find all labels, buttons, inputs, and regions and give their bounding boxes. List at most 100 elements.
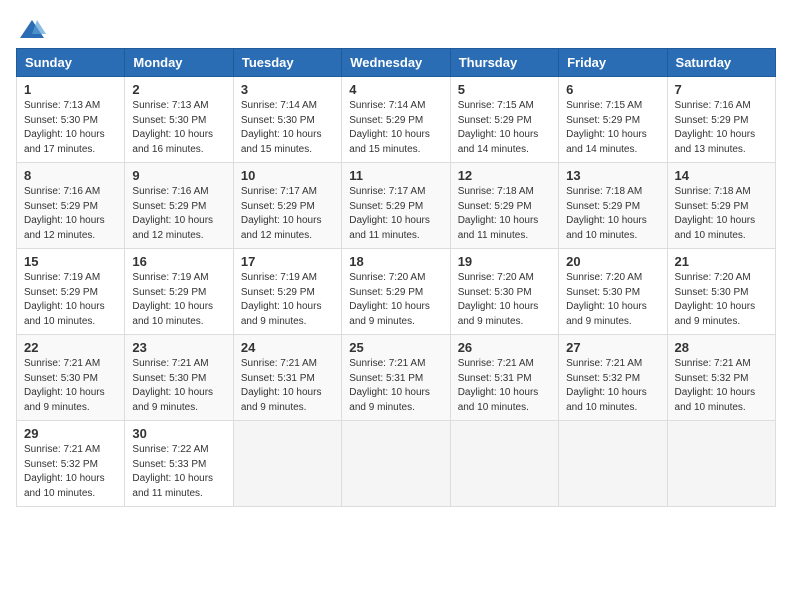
day-number: 9 [132,168,225,183]
day-info: Sunrise: 7:20 AM Sunset: 5:30 PM Dayligh… [675,271,768,329]
day-number: 5 [458,82,551,97]
day-info: Sunrise: 7:15 AM Sunset: 5:29 PM Dayligh… [566,99,659,157]
day-info: Sunrise: 7:16 AM Sunset: 5:29 PM Dayligh… [132,185,225,243]
logo-icon [18,16,46,44]
calendar-day-cell: 5 Sunrise: 7:15 AM Sunset: 5:29 PM Daylig… [450,77,558,163]
calendar-day-cell: 18 Sunrise: 7:20 AM Sunset: 5:29 PM Dayli… [342,249,450,335]
day-info: Sunrise: 7:21 AM Sunset: 5:32 PM Dayligh… [566,357,659,415]
calendar-day-cell: 11 Sunrise: 7:17 AM Sunset: 5:29 PM Dayli… [342,163,450,249]
day-number: 1 [24,82,117,97]
calendar-day-cell: 9 Sunrise: 7:16 AM Sunset: 5:29 PM Daylig… [125,163,233,249]
calendar-day-cell: 25 Sunrise: 7:21 AM Sunset: 5:31 PM Dayli… [342,335,450,421]
day-info: Sunrise: 7:16 AM Sunset: 5:29 PM Dayligh… [675,99,768,157]
page-header [16,16,776,40]
day-info: Sunrise: 7:19 AM Sunset: 5:29 PM Dayligh… [132,271,225,329]
calendar-body: 1 Sunrise: 7:13 AM Sunset: 5:30 PM Daylig… [17,77,776,507]
calendar-day-cell: 16Sunrise: 7:19 AM Sunset: 5:29 PM Dayli… [125,249,233,335]
day-number: 8 [24,168,117,183]
day-info: Sunrise: 7:18 AM Sunset: 5:29 PM Dayligh… [458,185,551,243]
day-number: 27 [566,340,659,355]
day-info: Sunrise: 7:15 AM Sunset: 5:29 PM Dayligh… [458,99,551,157]
calendar-day-cell: 13 Sunrise: 7:18 AM Sunset: 5:29 PM Dayli… [559,163,667,249]
day-number: 2 [132,82,225,97]
day-number: 4 [349,82,442,97]
calendar-day-cell: 14 Sunrise: 7:18 AM Sunset: 5:29 PM Dayli… [667,163,775,249]
day-info: Sunrise: 7:21 AM Sunset: 5:30 PM Dayligh… [132,357,225,415]
day-number: 7 [675,82,768,97]
calendar-day-cell [559,421,667,507]
day-number: 30 [132,426,225,441]
day-number: 28 [675,340,768,355]
weekday-header-cell: Saturday [667,49,775,77]
day-info: Sunrise: 7:21 AM Sunset: 5:31 PM Dayligh… [458,357,551,415]
weekday-header-cell: Tuesday [233,49,341,77]
day-number: 11 [349,168,442,183]
day-info: Sunrise: 7:21 AM Sunset: 5:32 PM Dayligh… [675,357,768,415]
day-info: Sunrise: 7:14 AM Sunset: 5:30 PM Dayligh… [241,99,334,157]
day-info: Sunrise: 7:17 AM Sunset: 5:29 PM Dayligh… [349,185,442,243]
day-number: 26 [458,340,551,355]
day-number: 13 [566,168,659,183]
day-number: 21 [675,254,768,269]
calendar-day-cell: 1 Sunrise: 7:13 AM Sunset: 5:30 PM Daylig… [17,77,125,163]
calendar-table: SundayMondayTuesdayWednesdayThursdayFrid… [16,48,776,507]
calendar-day-cell: 2 Sunrise: 7:13 AM Sunset: 5:30 PM Daylig… [125,77,233,163]
day-number: 19 [458,254,551,269]
calendar-day-cell: 8 Sunrise: 7:16 AM Sunset: 5:29 PM Daylig… [17,163,125,249]
day-info: Sunrise: 7:19 AM Sunset: 5:29 PM Dayligh… [241,271,334,329]
calendar-day-cell [342,421,450,507]
weekday-header-cell: Friday [559,49,667,77]
calendar-week-row: 1 Sunrise: 7:13 AM Sunset: 5:30 PM Daylig… [17,77,776,163]
weekday-header-cell: Thursday [450,49,558,77]
day-info: Sunrise: 7:13 AM Sunset: 5:30 PM Dayligh… [132,99,225,157]
logo [16,16,46,40]
weekday-header-cell: Sunday [17,49,125,77]
day-number: 20 [566,254,659,269]
calendar-day-cell: 27 Sunrise: 7:21 AM Sunset: 5:32 PM Dayli… [559,335,667,421]
day-info: Sunrise: 7:20 AM Sunset: 5:29 PM Dayligh… [349,271,442,329]
calendar-day-cell: 4 Sunrise: 7:14 AM Sunset: 5:29 PM Daylig… [342,77,450,163]
day-info: Sunrise: 7:18 AM Sunset: 5:29 PM Dayligh… [675,185,768,243]
calendar-day-cell: 7 Sunrise: 7:16 AM Sunset: 5:29 PM Daylig… [667,77,775,163]
calendar-week-row: 15 Sunrise: 7:19 AM Sunset: 5:29 PM Dayli… [17,249,776,335]
day-info: Sunrise: 7:18 AM Sunset: 5:29 PM Dayligh… [566,185,659,243]
day-number: 29 [24,426,117,441]
calendar-week-row: 8 Sunrise: 7:16 AM Sunset: 5:29 PM Daylig… [17,163,776,249]
calendar-day-cell: 23 Sunrise: 7:21 AM Sunset: 5:30 PM Dayli… [125,335,233,421]
calendar-day-cell: 29 Sunrise: 7:21 AM Sunset: 5:32 PM Dayli… [17,421,125,507]
day-info: Sunrise: 7:19 AM Sunset: 5:29 PM Dayligh… [24,271,117,329]
day-number: 15 [24,254,117,269]
day-info: Sunrise: 7:20 AM Sunset: 5:30 PM Dayligh… [566,271,659,329]
calendar-day-cell: 21 Sunrise: 7:20 AM Sunset: 5:30 PM Dayli… [667,249,775,335]
calendar-day-cell: 20 Sunrise: 7:20 AM Sunset: 5:30 PM Dayli… [559,249,667,335]
calendar-day-cell [667,421,775,507]
calendar-week-row: 22Sunrise: 7:21 AM Sunset: 5:30 PM Dayli… [17,335,776,421]
calendar-day-cell: 26 Sunrise: 7:21 AM Sunset: 5:31 PM Dayli… [450,335,558,421]
calendar-day-cell: 3 Sunrise: 7:14 AM Sunset: 5:30 PM Daylig… [233,77,341,163]
day-number: 12 [458,168,551,183]
calendar-day-cell: 22Sunrise: 7:21 AM Sunset: 5:30 PM Dayli… [17,335,125,421]
day-info: Sunrise: 7:21 AM Sunset: 5:32 PM Dayligh… [24,443,117,501]
day-info: Sunrise: 7:21 AM Sunset: 5:31 PM Dayligh… [349,357,442,415]
day-info: Sunrise: 7:16 AM Sunset: 5:29 PM Dayligh… [24,185,117,243]
weekday-header-row: SundayMondayTuesdayWednesdayThursdayFrid… [17,49,776,77]
day-number: 24 [241,340,334,355]
calendar-day-cell: 24 Sunrise: 7:21 AM Sunset: 5:31 PM Dayli… [233,335,341,421]
calendar-day-cell: 6Sunrise: 7:15 AM Sunset: 5:29 PM Daylig… [559,77,667,163]
day-info: Sunrise: 7:13 AM Sunset: 5:30 PM Dayligh… [24,99,117,157]
day-info: Sunrise: 7:14 AM Sunset: 5:29 PM Dayligh… [349,99,442,157]
day-info: Sunrise: 7:21 AM Sunset: 5:30 PM Dayligh… [24,357,117,415]
calendar-day-cell: 19Sunrise: 7:20 AM Sunset: 5:30 PM Dayli… [450,249,558,335]
calendar-day-cell: 30 Sunrise: 7:22 AM Sunset: 5:33 PM Dayli… [125,421,233,507]
calendar-week-row: 29 Sunrise: 7:21 AM Sunset: 5:32 PM Dayli… [17,421,776,507]
day-number: 25 [349,340,442,355]
day-number: 3 [241,82,334,97]
day-number: 10 [241,168,334,183]
day-info: Sunrise: 7:22 AM Sunset: 5:33 PM Dayligh… [132,443,225,501]
weekday-header-cell: Wednesday [342,49,450,77]
calendar-day-cell: 15 Sunrise: 7:19 AM Sunset: 5:29 PM Dayli… [17,249,125,335]
day-number: 18 [349,254,442,269]
day-number: 23 [132,340,225,355]
day-info: Sunrise: 7:21 AM Sunset: 5:31 PM Dayligh… [241,357,334,415]
day-number: 14 [675,168,768,183]
